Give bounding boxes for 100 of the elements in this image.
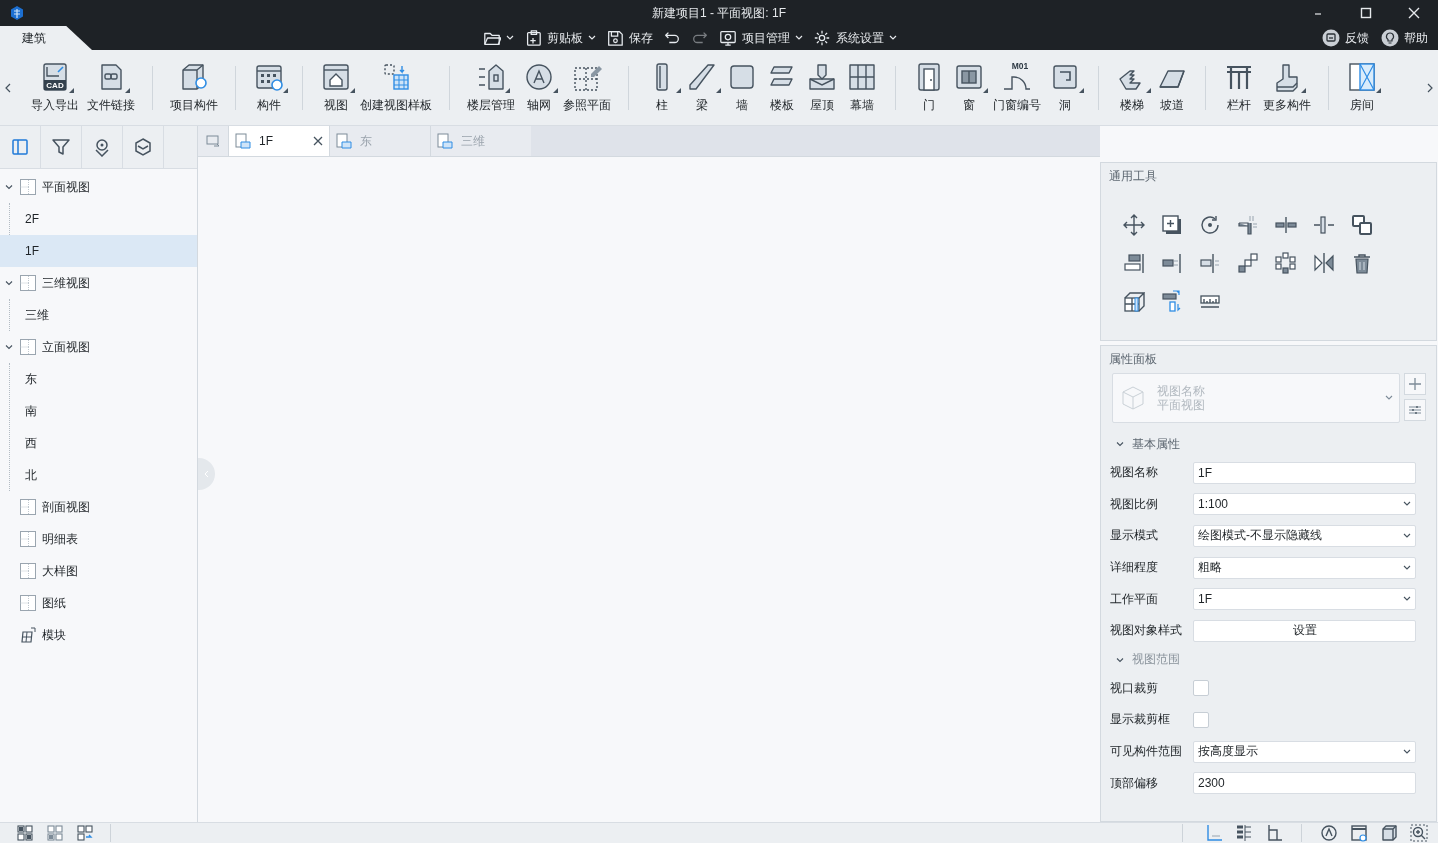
split-icon [1275, 214, 1297, 236]
text-field[interactable]: 1F [1193, 461, 1416, 484]
settings-text-button[interactable]: 设置 [1193, 619, 1416, 642]
tool-button[interactable] [1161, 290, 1183, 312]
ribbon-button[interactable]: 更多构件 [1260, 61, 1314, 114]
ribbon-button[interactable]: 参照平面 [560, 61, 614, 114]
tool-button[interactable] [1161, 214, 1183, 236]
tool-button[interactable] [1123, 252, 1145, 274]
view-page-icon [20, 179, 36, 195]
ribbon-button[interactable]: 楼板 [763, 61, 801, 114]
ribbon-button[interactable]: 柱 [643, 61, 681, 114]
dropdown-field[interactable]: 绘图模式-不显示隐藏线 [1193, 525, 1416, 547]
tool-button[interactable] [1275, 252, 1297, 274]
menu-button[interactable]: 剪贴板 [524, 26, 596, 50]
section-title: 视图范围 [1132, 651, 1180, 669]
panel-title: 属性面板 [1108, 351, 1158, 368]
status-button[interactable] [1410, 824, 1428, 842]
ribbon-button[interactable]: 房间 [1343, 61, 1381, 114]
ribbon-button[interactable]: 洞 [1046, 61, 1084, 114]
ribbon-button[interactable]: 楼层管理 [464, 61, 518, 114]
tree-item[interactable]: 立面视图 [0, 331, 197, 363]
ribbon-tab[interactable]: 建筑 [0, 26, 92, 50]
dropdown-field[interactable]: 1F [1193, 588, 1416, 611]
status-button[interactable] [1265, 824, 1283, 842]
status-button[interactable] [1380, 824, 1398, 842]
view-page-icon [20, 339, 36, 355]
tool-button[interactable] [1237, 214, 1259, 236]
tree-item[interactable]: 1F [0, 235, 197, 267]
clipboard-icon [524, 29, 542, 47]
close-icon [1408, 7, 1420, 19]
ribbon-button[interactable]: 创建视图样板 [357, 61, 435, 114]
tool-button[interactable] [1123, 290, 1145, 312]
section-header[interactable]: 基本属性 [1110, 431, 1416, 457]
dropdown-field[interactable]: 粗略 [1193, 556, 1416, 579]
view-page-icon [20, 531, 36, 547]
dropdown-field[interactable]: 1:100 [1193, 493, 1416, 516]
status-button[interactable] [16, 824, 34, 842]
tree-item[interactable]: 东 [0, 363, 197, 395]
status-button[interactable] [76, 824, 94, 842]
ribbon-button[interactable]: 构件 [250, 61, 288, 114]
menu-button[interactable]: 系统设置 [813, 26, 897, 50]
tool-button[interactable] [1237, 252, 1259, 274]
ribbon-button[interactable]: 视图 [317, 61, 355, 114]
help-button[interactable]: 帮助 [1381, 26, 1428, 50]
ribbon-button[interactable]: 文件链接 [84, 61, 138, 114]
tool-button[interactable] [1313, 252, 1335, 274]
status-button[interactable] [46, 824, 64, 842]
tile-grid-icon [46, 824, 64, 842]
dropdown-field[interactable]: 按高度显示 [1193, 740, 1416, 763]
tree-item[interactable]: 南 [0, 395, 197, 427]
collapse-handle[interactable] [198, 458, 215, 490]
ribbon-button[interactable]: 屋顶 [803, 61, 841, 114]
ribbon-button[interactable]: 栏杆 [1220, 61, 1258, 114]
tree-item[interactable]: 三维 [0, 299, 197, 331]
tool-button[interactable] [1351, 252, 1373, 274]
axis-icon [1205, 824, 1223, 842]
tree-item[interactable]: 2F [0, 203, 197, 235]
tool-button[interactable] [1351, 214, 1373, 236]
settings-button[interactable] [1404, 399, 1426, 421]
checkbox[interactable] [1193, 711, 1209, 728]
checkbox[interactable] [1193, 680, 1209, 697]
ribbon-button[interactable]: CAD 导入导出 [28, 61, 82, 114]
ribbon-button[interactable]: 梁 [683, 61, 721, 114]
tree-item[interactable]: 剖面视图 [0, 491, 197, 523]
ribbon-button[interactable]: 坡道 [1153, 61, 1191, 114]
monitor-gear-icon [719, 29, 737, 47]
status-button[interactable] [1350, 824, 1368, 842]
feedback-button[interactable]: 反馈 [1322, 26, 1369, 50]
tool-button[interactable] [1199, 214, 1221, 236]
tool-button[interactable] [1161, 252, 1183, 274]
ribbon-button[interactable]: M01 门窗编号 [990, 61, 1044, 114]
tree-item[interactable]: 图纸 [0, 587, 197, 619]
ribbon-button[interactable]: 项目构件 [167, 61, 221, 114]
tree-item[interactable]: 西 [0, 427, 197, 459]
menu-button[interactable]: 项目管理 [719, 26, 803, 50]
tool-button[interactable] [1199, 252, 1221, 274]
property-label: 工作平面 [1110, 590, 1159, 608]
document-tab[interactable]: 1F [228, 126, 329, 156]
ribbon-button[interactable]: 墙 [723, 61, 761, 114]
tool-button[interactable] [1275, 214, 1297, 236]
status-button[interactable] [1235, 824, 1253, 842]
section-title: 基本属性 [1132, 435, 1180, 453]
status-button[interactable] [1320, 824, 1338, 842]
ribbon-button[interactable]: 幕墙 [843, 61, 881, 114]
ribbon-button[interactable]: 门 [910, 61, 948, 114]
tree-item[interactable]: 三维视图 [0, 267, 197, 299]
tool-button[interactable] [1123, 214, 1145, 236]
tree-item[interactable]: 明细表 [0, 523, 197, 555]
tree-item[interactable]: 北 [0, 459, 197, 491]
tree-item[interactable]: 平面视图 [0, 171, 197, 203]
ribbon-button[interactable]: 窗 [950, 61, 988, 114]
save-button[interactable]: 保存 [606, 26, 653, 50]
tree-item[interactable]: 模块 [0, 619, 197, 651]
ribbon-button[interactable]: 楼梯 [1113, 61, 1151, 114]
tool-button[interactable] [1313, 214, 1335, 236]
tree-item[interactable]: 大样图 [0, 555, 197, 587]
ribbon-button[interactable]: 轴网 [520, 61, 558, 114]
text-field[interactable]: 2300 [1193, 772, 1416, 795]
close-icon[interactable] [313, 136, 323, 146]
caret-icon [1403, 501, 1411, 508]
